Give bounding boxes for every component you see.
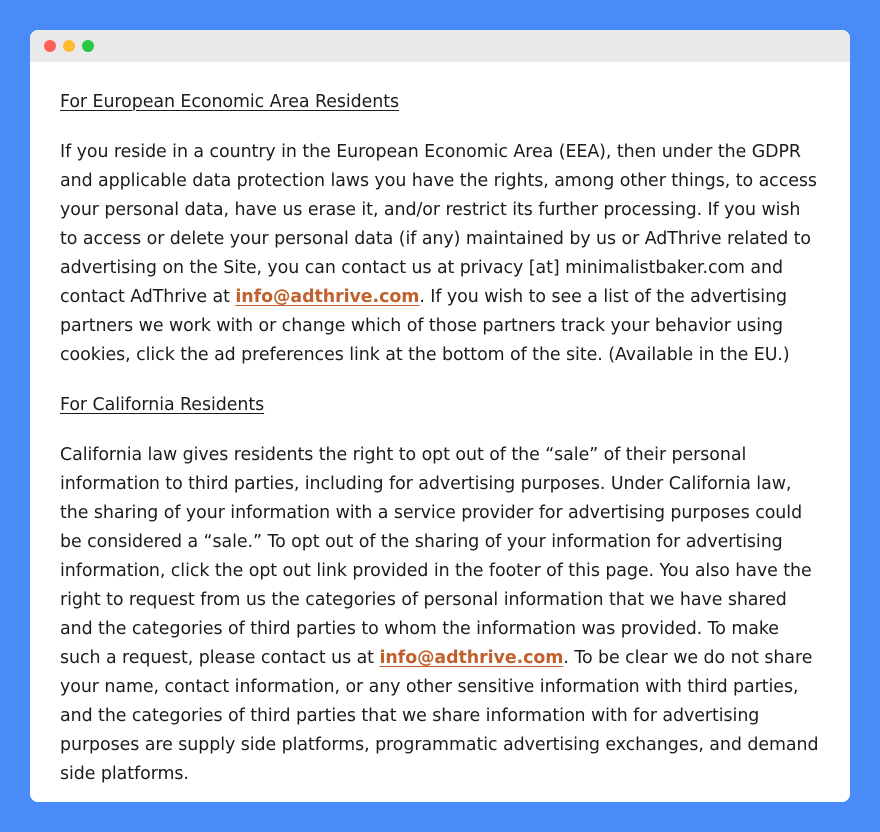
eea-paragraph: If you reside in a country in the Europe… xyxy=(60,138,820,370)
minimize-dot-icon[interactable] xyxy=(63,40,75,52)
california-paragraph: California law gives residents the right… xyxy=(60,441,820,789)
california-heading: For California Residents xyxy=(60,395,265,415)
california-text-after-link: . To be clear we do not share your name,… xyxy=(60,648,819,784)
policy-content: For European Economic Area Residents If … xyxy=(30,62,850,789)
close-dot-icon[interactable] xyxy=(44,40,56,52)
eea-heading: For European Economic Area Residents xyxy=(60,92,400,112)
california-email-link[interactable]: info@adthrive.com xyxy=(379,648,563,668)
eea-text-before-link: If you reside in a country in the Europe… xyxy=(60,142,817,307)
eea-email-link[interactable]: info@adthrive.com xyxy=(235,287,419,307)
browser-window: For European Economic Area Residents If … xyxy=(30,30,850,802)
zoom-dot-icon[interactable] xyxy=(82,40,94,52)
window-titlebar xyxy=(30,30,850,62)
california-text-before-link: California law gives residents the right… xyxy=(60,445,812,668)
